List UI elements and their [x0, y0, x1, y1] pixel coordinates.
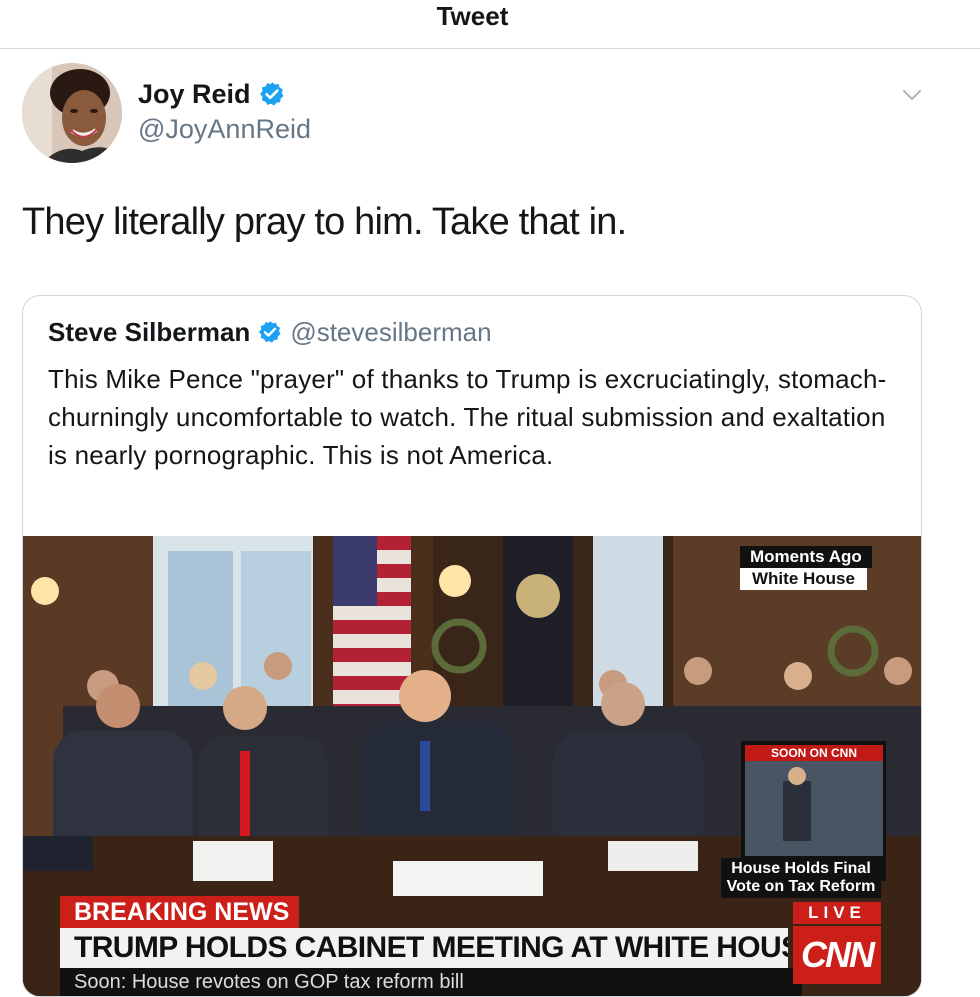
breaking-news-label: BREAKING NEWS [60, 896, 300, 928]
moments-ago-label: Moments Ago [740, 546, 872, 568]
author-name[interactable]: Joy Reid [138, 76, 251, 112]
chyron-headline: TRUMP HOLDS CABINET MEETING AT WHITE HOU… [60, 928, 788, 968]
top-bar: Tweet [0, 0, 980, 49]
avatar-image [22, 63, 122, 163]
quoted-author-name: Steve Silberman [48, 317, 251, 347]
location-label: White House [740, 568, 867, 590]
quoted-tweet-text: This Mike Pence "prayer" of thanks to Tr… [48, 364, 887, 470]
live-badge: LIVE [793, 902, 881, 924]
promo-caption: House Holds Final Vote on Tax Reform [721, 858, 881, 898]
cnn-logo: CNN [793, 926, 881, 984]
quoted-author-handle: @stevesilberman [290, 317, 492, 347]
quoted-author-row: Steve Silberman @stevesilberman [48, 314, 492, 350]
soon-on-cnn-label: SOON ON CNN [745, 745, 883, 761]
video-media[interactable]: Moments Ago White House SOON ON CNN Hous… [23, 536, 921, 996]
author-name-row[interactable]: Joy Reid [138, 76, 285, 112]
author-handle[interactable]: @JoyAnnReid [138, 112, 311, 146]
chevron-down-icon[interactable] [900, 87, 924, 103]
page-title: Tweet [436, 1, 509, 31]
news-ticker: Soon: House revotes on GOP tax reform bi… [60, 968, 802, 996]
verified-badge-icon [259, 321, 281, 343]
tweet-text: They literally pray to him. Take that in… [22, 201, 627, 243]
verified-badge-icon [259, 82, 284, 106]
avatar[interactable] [22, 63, 122, 163]
quoted-tweet-card[interactable]: Steve Silberman @stevesilberman This Mik… [22, 295, 922, 997]
